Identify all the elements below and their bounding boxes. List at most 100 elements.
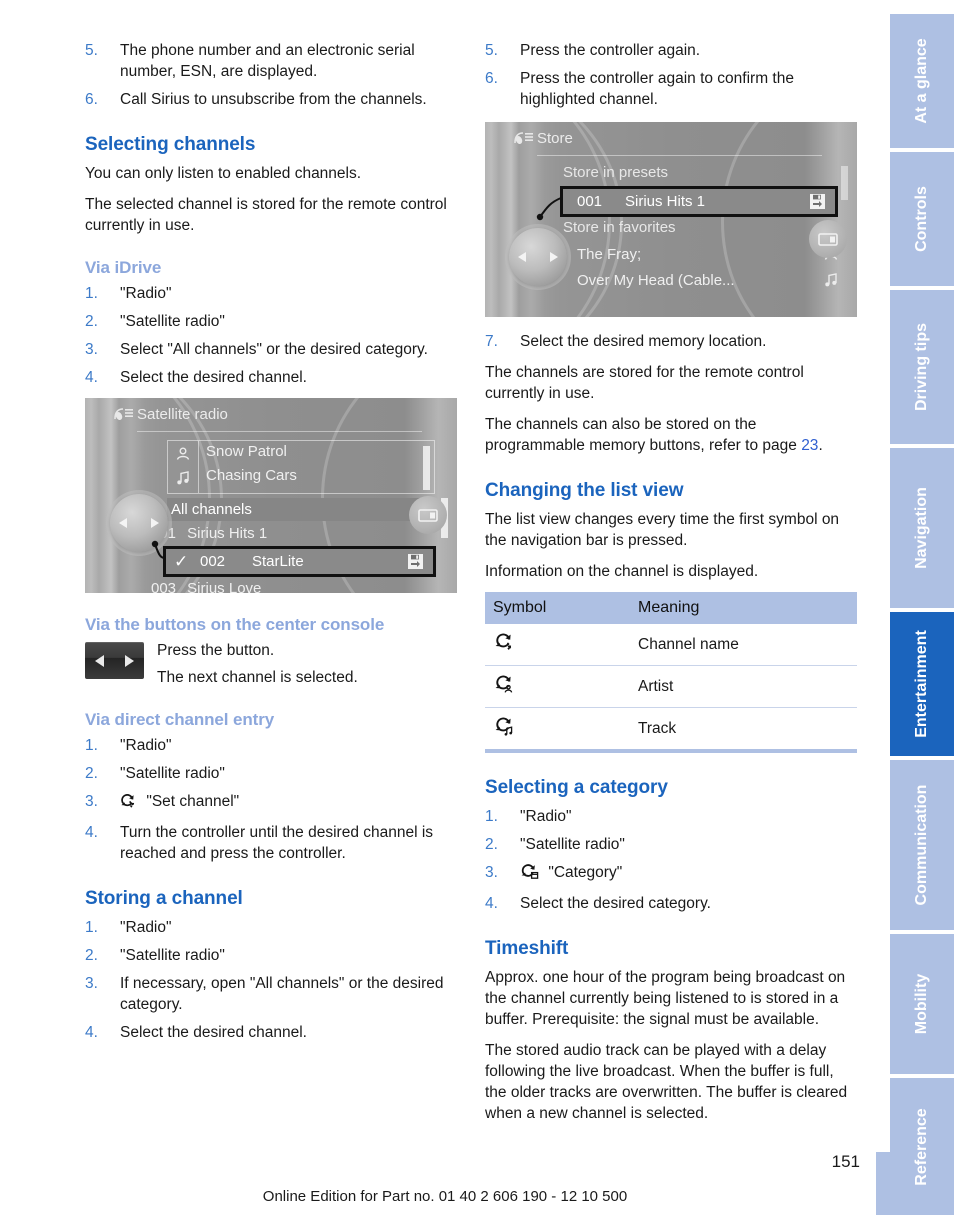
list-number: 6.: [85, 91, 98, 108]
channel-label: Sirius Hits 1: [187, 525, 268, 542]
selected-preset-row[interactable]: 001 Sirius Hits 1: [560, 186, 838, 217]
idrive-controller-knob[interactable]: [110, 494, 168, 552]
meaning-cell: Artist: [630, 665, 857, 708]
sidebar-tab-at-a-glance[interactable]: At a glance: [890, 14, 954, 148]
list-view-track-icon: [485, 707, 630, 753]
sidebar-tab-mobility[interactable]: Mobility: [890, 934, 954, 1074]
list-number: 1.: [485, 808, 498, 825]
subheading-via-idrive: Via iDrive: [85, 258, 162, 277]
chapter-tab-sidebar: At a glance Controls Driving tips Naviga…: [890, 0, 954, 1215]
continued-steps-left: 5. The phone number and an electronic se…: [85, 40, 457, 110]
right-column: 5. Press the controller again. 6. Press …: [485, 40, 857, 1134]
sidebar-tab-reference[interactable]: Reference: [890, 1078, 954, 1215]
table-row: Artist: [485, 665, 857, 708]
paragraph-text-end: .: [818, 437, 823, 454]
continued-steps-right: 5. Press the controller again. 6. Press …: [485, 40, 857, 110]
list-item: 3. Select "All channels" or the desired …: [85, 339, 457, 360]
favorite-row[interactable]: The Fray;: [577, 246, 839, 263]
list-number: 6.: [485, 70, 498, 87]
list-text: Select the desired memory location.: [520, 333, 767, 350]
category-icon: [520, 863, 539, 886]
step-7-list: 7. Select the desired memory location.: [485, 331, 857, 352]
sidebar-tab-label: Navigation: [913, 487, 930, 569]
table-header-row: Symbol Meaning: [485, 592, 857, 624]
heading-changing-list-view: Changing the list view: [485, 480, 684, 501]
idrive-controller-knob[interactable]: [509, 228, 567, 286]
preset-label: Sirius Hits 1: [625, 193, 706, 210]
list-number: 1.: [85, 737, 98, 754]
list-item: 2. "Satellite radio": [485, 834, 857, 855]
display-option-icon[interactable]: [809, 220, 847, 258]
list-item: 5. Press the controller again.: [485, 40, 857, 61]
channel-index: 003: [151, 580, 177, 593]
list-number: 2.: [485, 836, 498, 853]
favorite-row[interactable]: Over My Head (Cable...: [577, 272, 839, 289]
channel-row[interactable]: 003 Sirius Love: [137, 577, 437, 593]
list-item: 2. "Satellite radio": [85, 945, 457, 966]
paragraph: The list view changes every time the fir…: [485, 511, 840, 549]
meaning-cell: Track: [630, 707, 857, 753]
paragraph: The stored audio track can be played wit…: [485, 1042, 848, 1122]
satellite-radio-icon: [113, 407, 135, 423]
channel-label: Sirius Love: [187, 580, 262, 593]
paragraph: Information on the channel is displayed.: [485, 563, 759, 580]
sidebar-tab-communication[interactable]: Communication: [890, 760, 954, 930]
list-header-all-channels[interactable]: All channels: [167, 498, 435, 521]
list-number: 5.: [485, 42, 498, 59]
paragraph: The channels are stored for the remote c…: [485, 364, 804, 402]
list-item: 3. "Set channel": [85, 791, 457, 815]
list-number: 5.: [85, 42, 98, 59]
list-item: 2. "Satellite radio": [85, 763, 457, 784]
sidebar-tab-label: Entertainment: [913, 630, 930, 738]
sidebar-tab-controls[interactable]: Controls: [890, 152, 954, 286]
set-channel-icon: [120, 793, 137, 815]
list-text: "Satellite radio": [120, 313, 225, 330]
list-number: 7.: [485, 333, 498, 350]
music-note-icon: [175, 470, 191, 491]
info-track: Chasing Cars: [206, 467, 297, 484]
preset-index: 001: [577, 193, 603, 210]
channel-label: StarLite: [252, 553, 304, 570]
list-item: 4. Turn the controller until the desired…: [85, 822, 457, 864]
list-item: 1. "Radio": [85, 283, 457, 304]
arrow-left-icon: [119, 518, 127, 528]
list-scrollbar[interactable]: [841, 166, 848, 200]
paragraph-with-page-ref: The channels can also be stored on the p…: [485, 414, 857, 456]
screen-title: Store: [537, 130, 573, 147]
store-icon: [407, 553, 424, 578]
satellite-radio-icon: [513, 131, 535, 147]
heading-selecting-a-category: Selecting a category: [485, 777, 668, 798]
paragraph-text: The channels can also be stored on the p…: [485, 416, 802, 454]
list-item: 1. "Radio": [485, 806, 857, 827]
favorite-label: Over My Head (Cable...: [577, 272, 735, 289]
sidebar-tab-entertainment[interactable]: Entertainment: [890, 612, 954, 756]
list-item: 2. "Satellite radio": [85, 311, 457, 332]
info-icon-column: [168, 441, 199, 493]
list-item: 3. "Category": [485, 862, 857, 886]
music-note-icon: [823, 272, 839, 292]
column-header-meaning: Meaning: [630, 592, 857, 624]
list-item: 1. "Radio": [85, 917, 457, 938]
list-number: 3.: [85, 341, 98, 358]
list-number: 3.: [85, 793, 98, 810]
heading-timeshift: Timeshift: [485, 938, 569, 959]
selecting-category-steps: 1. "Radio" 2. "Satellite radio" 3. "Cate…: [485, 806, 857, 914]
list-text: Select "All channels" or the desired cat…: [120, 341, 428, 358]
page-reference-link[interactable]: 23: [801, 437, 818, 454]
list-number: 1.: [85, 919, 98, 936]
display-option-icon[interactable]: [409, 496, 447, 534]
sidebar-tab-navigation[interactable]: Navigation: [890, 448, 954, 608]
sidebar-tab-label: At a glance: [913, 38, 930, 124]
list-text: "Satellite radio": [120, 947, 225, 964]
channel-row[interactable]: 001 Sirius Hits 1: [137, 522, 437, 546]
seek-left-right-button[interactable]: [85, 642, 144, 679]
info-scrollbar[interactable]: [423, 446, 430, 490]
selected-channel-row[interactable]: ✓ 002 StarLite: [163, 546, 436, 577]
list-text: "Satellite radio": [120, 765, 225, 782]
triangle-right-icon: [125, 654, 134, 667]
list-item: 4. Select the desired channel.: [85, 1022, 457, 1043]
list-text: Select the desired category.: [520, 895, 711, 912]
divider: [137, 431, 422, 432]
sidebar-tab-driving-tips[interactable]: Driving tips: [890, 290, 954, 444]
favorite-label: The Fray;: [577, 246, 642, 263]
